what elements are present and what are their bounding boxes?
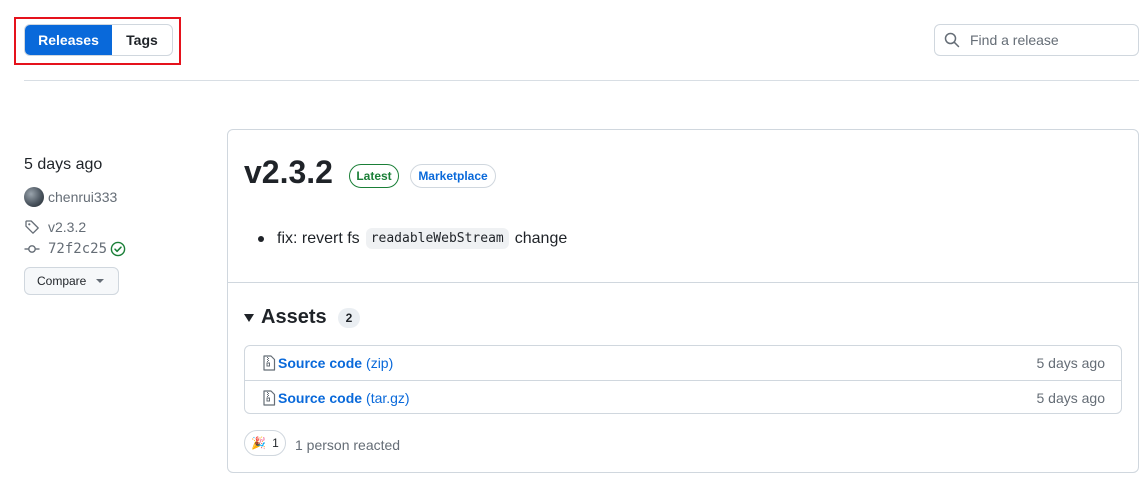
- zip-file-icon: [263, 389, 276, 406]
- assets-list: Source code (zip) 5 days ago Source code…: [244, 345, 1122, 414]
- tags-tab[interactable]: Tags: [112, 25, 172, 55]
- assets-heading: Assets: [261, 306, 327, 328]
- commit-link[interactable]: 72f2c25: [24, 241, 126, 257]
- zip-file-icon: [263, 355, 276, 371]
- asset-link-targz[interactable]: Source code (tar.gz): [262, 390, 410, 406]
- asset-name[interactable]: Source code: [278, 390, 362, 406]
- search-icon: [944, 32, 960, 48]
- commit-sha[interactable]: 72f2c25: [48, 241, 107, 257]
- asset-row: Source code (tar.gz) 5 days ago: [245, 380, 1121, 413]
- triangle-down-icon: [244, 313, 254, 322]
- avatar: [24, 187, 44, 207]
- release-title[interactable]: v2.3.2: [244, 154, 333, 191]
- assets-count: 2: [338, 308, 360, 328]
- note-suffix: change: [514, 229, 568, 247]
- caret-down-icon: [96, 279, 105, 283]
- reaction-summary: 1 person reacted: [295, 437, 401, 453]
- release-date: 5 days ago: [24, 156, 103, 173]
- compare-button[interactable]: Compare: [24, 267, 119, 295]
- releases-tab[interactable]: Releases: [25, 25, 112, 55]
- asset-row: Source code (zip) 5 days ago: [245, 346, 1121, 380]
- marketplace-badge[interactable]: Marketplace: [410, 164, 496, 188]
- latest-badge: Latest: [349, 164, 399, 188]
- release-tag-toggle: Releases Tags: [24, 24, 173, 56]
- tag-link[interactable]: v2.3.2: [24, 219, 86, 235]
- note-prefix: fix: revert fs: [277, 229, 360, 247]
- author-link[interactable]: chenrui333: [24, 187, 117, 207]
- card-divider: [228, 282, 1138, 283]
- reaction-button[interactable]: 🎉 1: [244, 430, 286, 456]
- asset-link-zip[interactable]: Source code (zip): [262, 355, 393, 371]
- search-input[interactable]: [968, 31, 1128, 49]
- asset-time: 5 days ago: [1036, 355, 1106, 371]
- bullet: [258, 235, 264, 242]
- assets-toggle[interactable]: Assets: [244, 306, 327, 329]
- release-card: v2.3.2 Latest Marketplace fix: revert fs…: [227, 129, 1139, 473]
- commit-icon: [24, 245, 40, 253]
- author-name[interactable]: chenrui333: [48, 189, 117, 205]
- note-code: readableWebStream: [365, 228, 509, 249]
- compare-label: Compare: [37, 274, 87, 288]
- tag-name[interactable]: v2.3.2: [48, 219, 86, 235]
- asset-ext[interactable]: (zip): [366, 355, 393, 371]
- check-circle-icon: [110, 241, 126, 257]
- asset-ext[interactable]: (tar.gz): [366, 390, 410, 406]
- tag-icon: [25, 220, 39, 234]
- reaction-count: 1: [272, 436, 279, 450]
- release-notes: fix: revert fs readableWebStream change: [258, 228, 567, 249]
- asset-name[interactable]: Source code: [278, 355, 362, 371]
- party-popper-icon: 🎉: [251, 436, 267, 450]
- header-divider: [24, 80, 1139, 81]
- asset-time: 5 days ago: [1036, 389, 1106, 406]
- release-search[interactable]: [934, 24, 1139, 56]
